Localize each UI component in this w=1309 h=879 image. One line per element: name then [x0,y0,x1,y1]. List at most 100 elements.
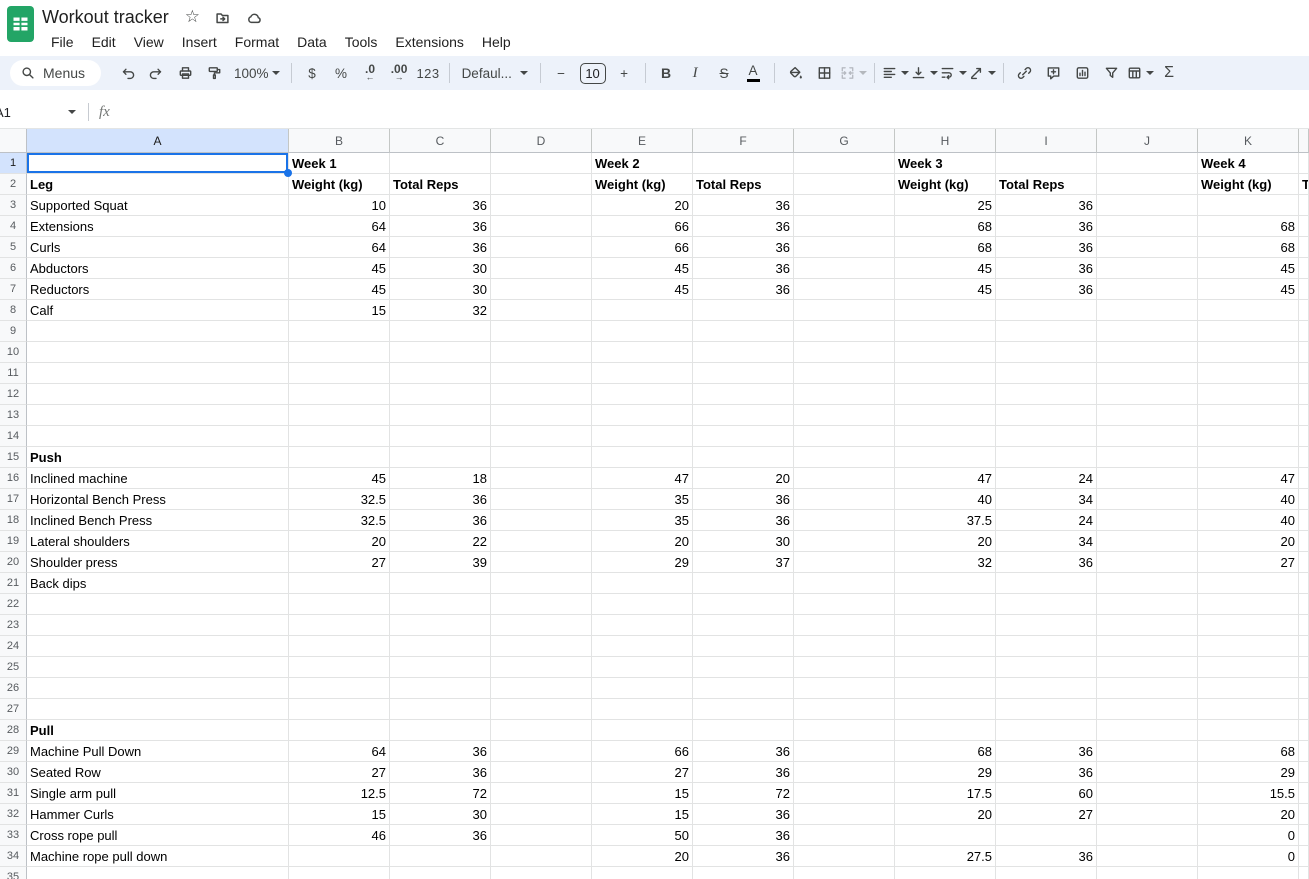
cell-A29[interactable]: Machine Pull Down [27,741,289,762]
menu-tools[interactable]: Tools [336,32,387,52]
column-header-G[interactable]: G [794,129,895,153]
cell-L7[interactable] [1299,279,1309,300]
format-percent-button[interactable]: % [327,60,356,86]
cell-B12[interactable] [289,384,390,405]
cell-C28[interactable] [390,720,491,741]
cell-K4[interactable]: 68 [1198,216,1299,237]
cell-C16[interactable]: 18 [390,468,491,489]
cell-C7[interactable]: 30 [390,279,491,300]
cell-E8[interactable] [592,300,693,321]
cell-G19[interactable] [794,531,895,552]
cell-L1[interactable] [1299,153,1309,174]
cell-G7[interactable] [794,279,895,300]
cell-D11[interactable] [491,363,592,384]
cell-J1[interactable] [1097,153,1198,174]
row-header-13[interactable]: 13 [0,405,27,426]
cell-D31[interactable] [491,783,592,804]
cell-G18[interactable] [794,510,895,531]
cell-A4[interactable]: Extensions [27,216,289,237]
cell-I7[interactable]: 36 [996,279,1097,300]
menu-extensions[interactable]: Extensions [386,32,472,52]
cell-D14[interactable] [491,426,592,447]
cell-K20[interactable]: 27 [1198,552,1299,573]
cell-I27[interactable] [996,699,1097,720]
cell-C21[interactable] [390,573,491,594]
cell-G20[interactable] [794,552,895,573]
cell-C35[interactable] [390,867,491,879]
cell-H30[interactable]: 29 [895,762,996,783]
cell-E3[interactable]: 20 [592,195,693,216]
cell-L12[interactable] [1299,384,1309,405]
cell-C4[interactable]: 36 [390,216,491,237]
cell-C11[interactable] [390,363,491,384]
increase-decimal-button[interactable]: .00→ [385,60,414,86]
cell-B18[interactable]: 32.5 [289,510,390,531]
cell-L16[interactable] [1299,468,1309,489]
cell-C2[interactable]: Total Reps [390,174,491,195]
cell-C12[interactable] [390,384,491,405]
cell-H35[interactable] [895,867,996,879]
cell-G26[interactable] [794,678,895,699]
cell-F35[interactable] [693,867,794,879]
cell-D15[interactable] [491,447,592,468]
cell-J20[interactable] [1097,552,1198,573]
cell-I33[interactable] [996,825,1097,846]
cell-L29[interactable] [1299,741,1309,762]
cell-I34[interactable]: 36 [996,846,1097,867]
cell-I5[interactable]: 36 [996,237,1097,258]
column-header-J[interactable]: J [1097,129,1198,153]
cell-D35[interactable] [491,867,592,879]
menu-view[interactable]: View [125,32,173,52]
cell-B29[interactable]: 64 [289,741,390,762]
cell-G16[interactable] [794,468,895,489]
cell-A19[interactable]: Lateral shoulders [27,531,289,552]
cell-I12[interactable] [996,384,1097,405]
row-header-26[interactable]: 26 [0,678,27,699]
cell-D29[interactable] [491,741,592,762]
cell-L20[interactable] [1299,552,1309,573]
cell-L28[interactable] [1299,720,1309,741]
cell-F17[interactable]: 36 [693,489,794,510]
cell-A9[interactable] [27,321,289,342]
cell-L27[interactable] [1299,699,1309,720]
cell-K16[interactable]: 47 [1198,468,1299,489]
cell-A2[interactable]: Leg [27,174,289,195]
cell-F15[interactable] [693,447,794,468]
cell-K34[interactable]: 0 [1198,846,1299,867]
move-folder-icon[interactable] [214,10,231,26]
cell-B13[interactable] [289,405,390,426]
cell-G21[interactable] [794,573,895,594]
cell-E7[interactable]: 45 [592,279,693,300]
cell-I28[interactable] [996,720,1097,741]
create-filter-button[interactable] [1097,60,1126,86]
cell-B6[interactable]: 45 [289,258,390,279]
cell-C31[interactable]: 72 [390,783,491,804]
cell-B10[interactable] [289,342,390,363]
cell-J34[interactable] [1097,846,1198,867]
bold-button[interactable]: B [652,60,681,86]
cell-A32[interactable]: Hammer Curls [27,804,289,825]
cell-I1[interactable] [996,153,1097,174]
cell-H28[interactable] [895,720,996,741]
cell-J15[interactable] [1097,447,1198,468]
cell-G24[interactable] [794,636,895,657]
column-header-D[interactable]: D [491,129,592,153]
cell-A16[interactable]: Inclined machine [27,468,289,489]
cell-A20[interactable]: Shoulder press [27,552,289,573]
cell-A24[interactable] [27,636,289,657]
cell-G11[interactable] [794,363,895,384]
cell-E4[interactable]: 66 [592,216,693,237]
cell-E16[interactable]: 47 [592,468,693,489]
menus-search-button[interactable]: Menus [10,60,101,86]
cell-D3[interactable] [491,195,592,216]
select-all-corner[interactable] [0,129,27,153]
cell-J5[interactable] [1097,237,1198,258]
row-header-20[interactable]: 20 [0,552,27,573]
cell-D32[interactable] [491,804,592,825]
cell-E35[interactable] [592,867,693,879]
cell-L33[interactable] [1299,825,1309,846]
cell-B1[interactable]: Week 1 [289,153,390,174]
cell-F14[interactable] [693,426,794,447]
cell-E17[interactable]: 35 [592,489,693,510]
cell-L4[interactable] [1299,216,1309,237]
